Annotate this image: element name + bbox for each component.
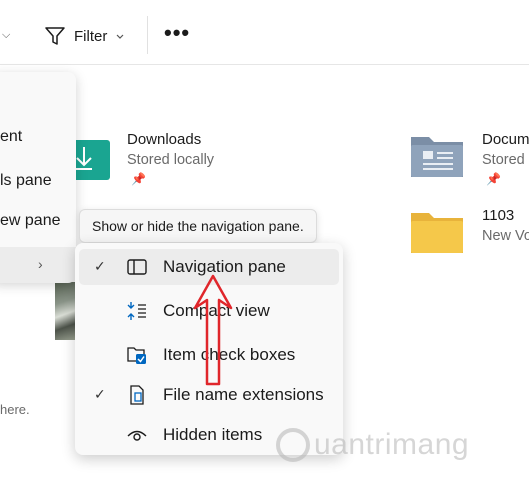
documents-folder-icon bbox=[411, 137, 463, 177]
menu-item-file-name-extensions[interactable]: ✓ File name extensions bbox=[79, 377, 339, 413]
menu-item-navigation-pane[interactable]: ✓ Navigation pane bbox=[79, 249, 339, 285]
more-options-button[interactable]: ••• bbox=[164, 22, 190, 44]
photo-thumbnail[interactable] bbox=[55, 282, 75, 340]
menu-item-compact-view[interactable]: Compact view bbox=[79, 293, 339, 329]
menu-item-preview-pane[interactable]: ew pane bbox=[0, 212, 61, 230]
command-bar: ⌵ Filter ••• bbox=[0, 0, 529, 65]
chevron-down-icon bbox=[116, 34, 124, 39]
watermark-q-icon bbox=[276, 428, 310, 462]
documents-name: Docum bbox=[482, 131, 529, 148]
chevron-right-icon: › bbox=[38, 256, 43, 272]
filter-button[interactable]: Filter bbox=[44, 22, 125, 50]
menu-item-item-check-boxes[interactable]: Item check boxes bbox=[79, 337, 339, 373]
menu-label: Hidden items bbox=[163, 425, 263, 444]
tooltip: Show or hide the navigation pane. bbox=[79, 209, 317, 243]
toolbar-separator bbox=[147, 16, 148, 54]
filter-icon bbox=[45, 27, 65, 45]
downloads-name: Downloads bbox=[127, 131, 202, 148]
chevron-down-icon[interactable]: ⌵ bbox=[2, 29, 10, 42]
menu-item-details-pane[interactable]: ls pane bbox=[0, 172, 52, 190]
menu-label: File name extensions bbox=[163, 385, 324, 404]
filter-label: Filter bbox=[74, 27, 108, 45]
downloads-status: Stored locally bbox=[127, 152, 215, 168]
folder-1103-sub: New Vo bbox=[482, 228, 529, 244]
folder-icon bbox=[411, 213, 463, 253]
empty-hint-text: here. bbox=[0, 402, 30, 417]
hidden-items-icon bbox=[127, 430, 147, 441]
check-icon: ✓ bbox=[94, 258, 106, 274]
watermark-text: uantrimang bbox=[314, 428, 470, 461]
pin-icon: 📌 bbox=[486, 172, 501, 186]
file-extension-icon bbox=[130, 385, 144, 405]
compact-view-icon bbox=[127, 302, 146, 320]
menu-item-content[interactable]: ent bbox=[0, 128, 22, 146]
documents-status: Stored bbox=[482, 152, 525, 168]
view-menu: ent ls pane ew pane › bbox=[0, 72, 76, 283]
folder-1103-name: 1103 bbox=[482, 207, 515, 224]
pin-icon: 📌 bbox=[131, 172, 146, 186]
item-check-boxes-icon bbox=[127, 347, 146, 364]
navigation-pane-icon bbox=[127, 259, 147, 275]
menu-label: Compact view bbox=[163, 301, 270, 320]
menu-label: Item check boxes bbox=[163, 345, 296, 364]
check-icon: ✓ bbox=[94, 386, 106, 402]
watermark-logo: uantrimang bbox=[276, 423, 469, 467]
menu-label: Navigation pane bbox=[163, 257, 286, 276]
